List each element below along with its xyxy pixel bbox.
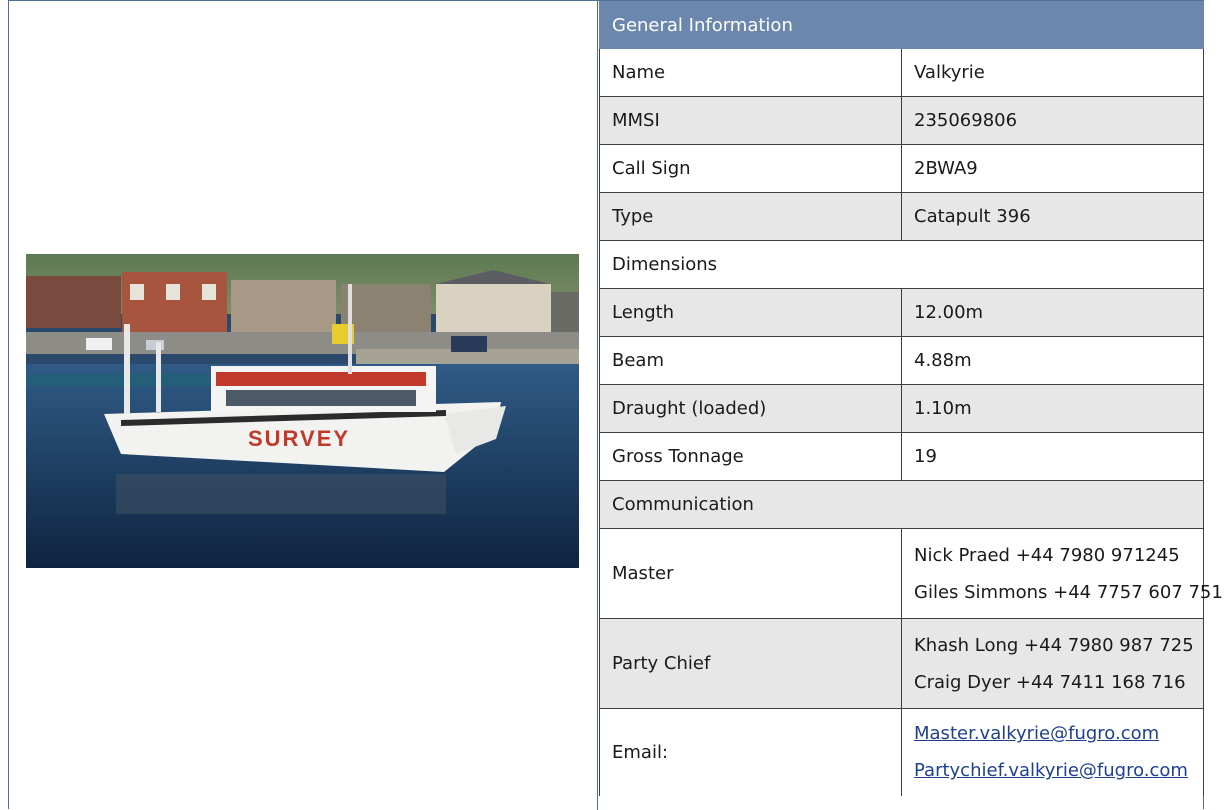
row-label: Call Sign — [599, 144, 902, 193]
row-value: 19 — [901, 432, 1204, 481]
row-beam: Beam 4.88m — [599, 336, 1204, 385]
row-value: Master.valkyrie@fugro.com Partychief.val… — [901, 708, 1204, 796]
row-value: 4.88m — [901, 336, 1204, 385]
vessel-photo: SURVEY — [26, 254, 579, 568]
row-label: Name — [599, 48, 902, 97]
row-label: Email: — [599, 708, 902, 796]
hull-lettering: SURVEY — [248, 426, 350, 451]
section-title: Dimensions — [599, 240, 1204, 289]
row-value: 235069806 — [901, 96, 1204, 145]
row-label: Master — [599, 528, 902, 619]
vessel-info-table: General Information Name Valkyrie MMSI 2… — [599, 1, 1223, 796]
row-email: Email: Master.valkyrie@fugro.com Partych… — [599, 708, 1204, 796]
row-draught: Draught (loaded) 1.10m — [599, 384, 1204, 433]
section-communication: Communication — [599, 480, 1204, 529]
row-value: Nick Praed +44 7980 971245 Giles Simmons… — [901, 528, 1223, 619]
party-chief-email-link[interactable]: Partychief.valkyrie@fugro.com — [914, 752, 1191, 789]
row-label: Beam — [599, 336, 902, 385]
row-value: Valkyrie — [901, 48, 1204, 97]
row-value: 2BWA9 — [901, 144, 1204, 193]
row-name: Name Valkyrie — [599, 48, 1204, 97]
row-mmsi: MMSI 235069806 — [599, 96, 1204, 145]
row-value: Khash Long +44 7980 987 725 Craig Dyer +… — [901, 618, 1204, 709]
vessel-info-layout: SURVEY General Information Name Valkyrie… — [8, 0, 1223, 810]
row-label: Type — [599, 192, 902, 241]
row-value: Catapult 396 — [901, 192, 1204, 241]
table-header: General Information — [599, 1, 1204, 49]
master-email-link[interactable]: Master.valkyrie@fugro.com — [914, 715, 1191, 752]
row-master: Master Nick Praed +44 7980 971245 Giles … — [599, 528, 1223, 619]
vessel-photo-image: SURVEY — [26, 254, 579, 568]
row-label: Party Chief — [599, 618, 902, 709]
row-value: 1.10m — [901, 384, 1204, 433]
row-party-chief: Party Chief Khash Long +44 7980 987 725 … — [599, 618, 1204, 709]
row-label: Draught (loaded) — [599, 384, 902, 433]
contact-line: Nick Praed +44 7980 971245 — [914, 544, 1180, 566]
row-type: Type Catapult 396 — [599, 192, 1204, 241]
contact-line: Giles Simmons +44 7757 607 751 — [914, 581, 1223, 603]
row-label: Length — [599, 288, 902, 337]
photo-cell: SURVEY — [9, 1, 598, 810]
row-label: Gross Tonnage — [599, 432, 902, 481]
row-label: MMSI — [599, 96, 902, 145]
contact-line: Khash Long +44 7980 987 725 — [914, 634, 1194, 656]
row-gross-tonnage: Gross Tonnage 19 — [599, 432, 1204, 481]
table-header-row: General Information — [599, 1, 1204, 49]
section-title: Communication — [599, 480, 1204, 529]
row-length: Length 12.00m — [599, 288, 1204, 337]
contact-line: Craig Dyer +44 7411 168 716 — [914, 671, 1186, 693]
row-value: 12.00m — [901, 288, 1204, 337]
row-call-sign: Call Sign 2BWA9 — [599, 144, 1204, 193]
section-dimensions: Dimensions — [599, 240, 1204, 289]
